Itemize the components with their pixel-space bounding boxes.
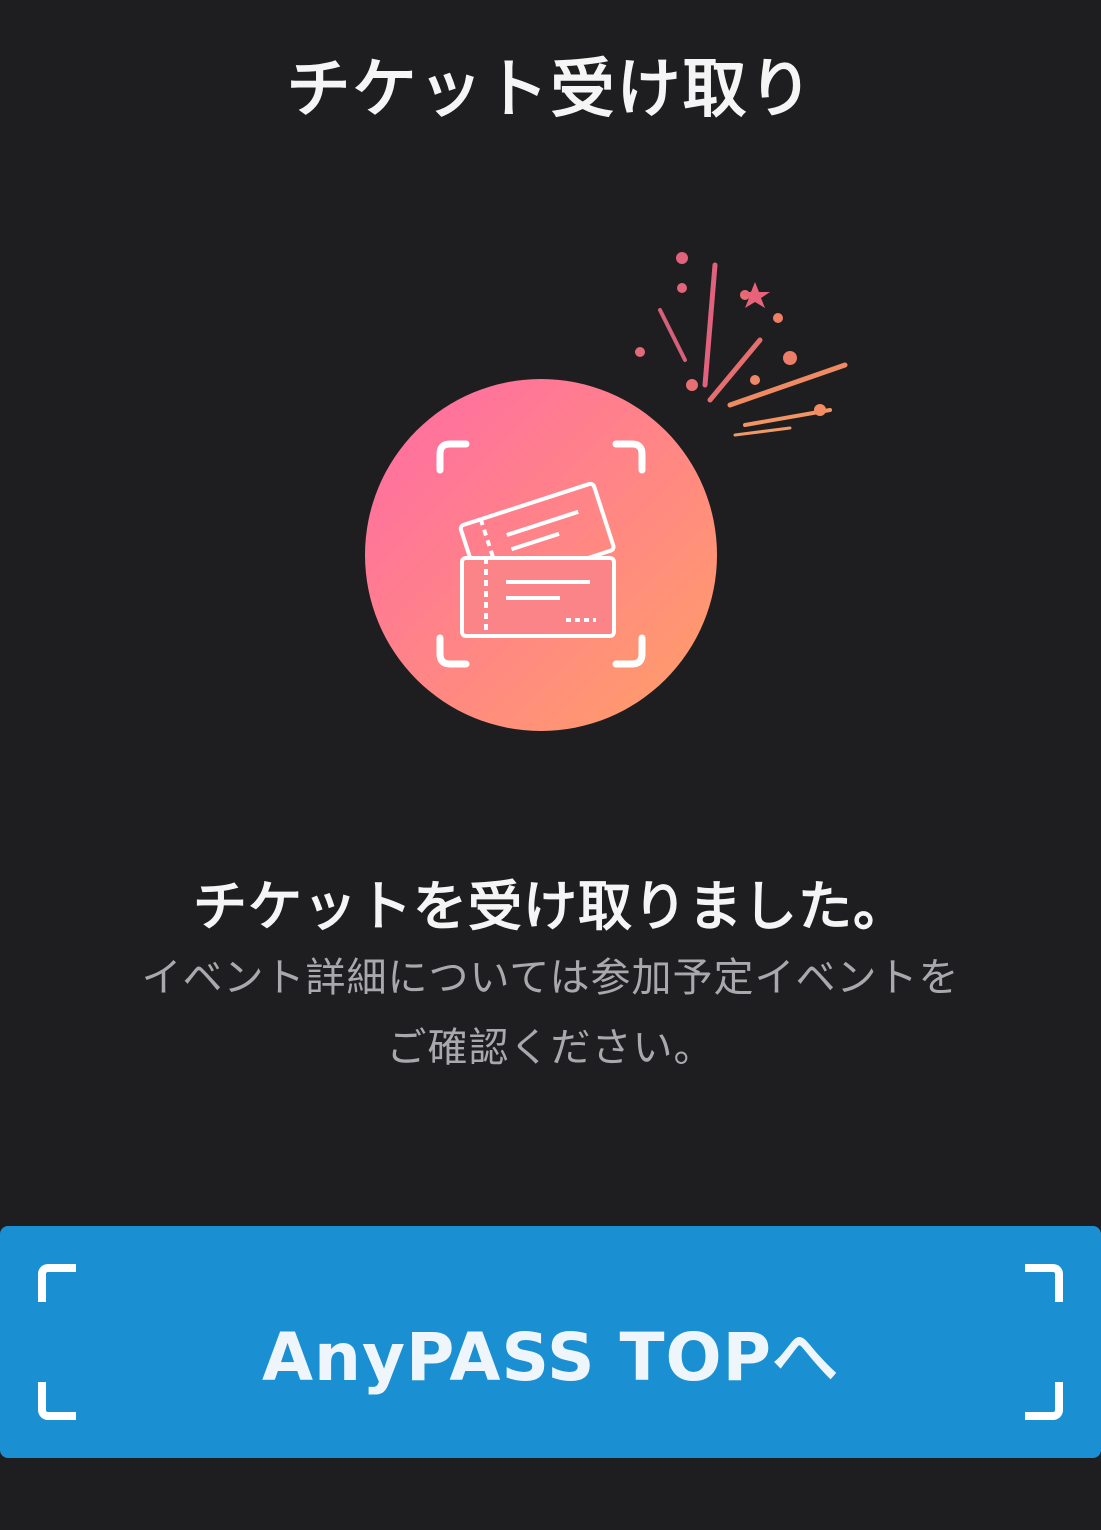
ticket-circle-badge [365, 379, 717, 731]
page-title: チケット受け取り [286, 53, 815, 127]
ticket-received-illustration [360, 240, 860, 740]
anypass-top-button[interactable]: AnyPASS TOPへ [0, 1226, 1101, 1458]
corner-bracket-icon [38, 1264, 76, 1302]
confetti-icon [635, 252, 848, 437]
detail-text-line-2: ご確認ください。 [386, 1025, 715, 1071]
detail-text-line-1: イベント詳細については参加予定イベントを [141, 955, 960, 1001]
corner-bracket-icon [1025, 1264, 1063, 1302]
ticket-illustration-svg [365, 252, 848, 731]
success-message: チケットを受け取りました。 [193, 875, 908, 938]
anypass-top-button-label: AnyPASS TOPへ [261, 1319, 840, 1396]
